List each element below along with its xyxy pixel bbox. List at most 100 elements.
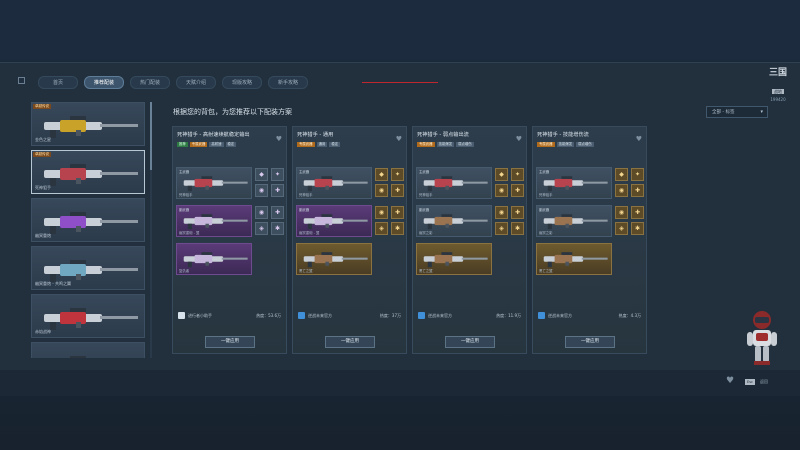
weapon-image-icon: [44, 116, 138, 138]
mod-slot-icon[interactable]: ✚: [631, 184, 644, 197]
weapon-slot[interactable]: 主武器 死神狙手: [416, 167, 492, 199]
apply-button[interactable]: 一键应用: [445, 336, 495, 348]
tab-1[interactable]: 首页: [38, 76, 78, 89]
mod-slot-icon[interactable]: ✚: [271, 206, 284, 219]
mod-slot-icon[interactable]: ✚: [511, 206, 524, 219]
mod-slot-icon[interactable]: ✦: [391, 168, 404, 181]
author-name: 逆战未来官方: [308, 312, 332, 318]
weapon-slot[interactable]: 复仇者: [176, 243, 252, 275]
author-avatar-icon: [418, 312, 425, 319]
weapon-list-item[interactable]: 赤焰战神: [31, 294, 145, 338]
apply-button[interactable]: 一键应用: [205, 336, 255, 348]
favorite-heart-icon[interactable]: ♥: [276, 135, 282, 143]
logo-main-text: 三国: [768, 68, 787, 78]
mod-slot-icon[interactable]: ◉: [615, 206, 628, 219]
weapon-name: 幽冥重炮: [35, 233, 51, 238]
card-badge: 专属武器: [537, 142, 555, 147]
weapon-image-icon: [183, 176, 248, 192]
mod-slot-icon[interactable]: ✚: [391, 206, 404, 219]
weapon-list-item[interactable]: 卓越传说 金色之星: [31, 102, 145, 146]
apply-button[interactable]: 一键应用: [565, 336, 615, 348]
favorite-heart-icon[interactable]: ♥: [516, 135, 522, 143]
weapon-slot[interactable]: 主武器 死神狙手: [536, 167, 612, 199]
weapon-image-icon: [303, 176, 368, 192]
weapon-image-icon: [423, 252, 488, 268]
weapon-image-icon: [44, 164, 138, 186]
favorite-heart-icon[interactable]: ♥: [636, 135, 642, 143]
mod-slot-icon[interactable]: ◆: [615, 168, 628, 181]
slot-name: 幽冥之影: [419, 231, 433, 235]
mod-slot-icon[interactable]: ✦: [631, 168, 644, 181]
heat-label: 热度：: [256, 313, 269, 318]
slot-name: 幽冥之影: [539, 231, 553, 235]
weapon-slot[interactable]: 主武器 死神狙手: [296, 167, 372, 199]
tab-5[interactable]: 现版攻略: [222, 76, 262, 89]
card-badge: 弱点增伤: [576, 142, 594, 147]
mod-slot-icon[interactable]: ◉: [495, 206, 508, 219]
mod-slot-icon[interactable]: ◉: [255, 184, 268, 197]
game-logo: 三国 战地 199420: [764, 68, 792, 102]
weapon-list-item[interactable]: 幽冥重炮: [31, 198, 145, 242]
tab-4[interactable]: 天赋介绍: [176, 76, 216, 89]
robot-mascot-icon: [747, 311, 777, 365]
mod-slot-icon[interactable]: ◆: [375, 168, 388, 181]
mod-slot-icon[interactable]: ✱: [271, 222, 284, 235]
mod-slot-icon[interactable]: ✱: [511, 222, 524, 235]
slot-name: 黑亡之翼: [539, 269, 553, 273]
heat-value: 37万: [391, 313, 401, 318]
weapon-slot[interactable]: 副武器 幽冥之影: [416, 205, 492, 237]
mod-slot-icon[interactable]: ◈: [375, 222, 388, 235]
mod-slot-icon[interactable]: ✦: [271, 168, 284, 181]
card-author: 逆战未来官方: [418, 312, 452, 319]
weapon-name: 赤焰战神: [35, 329, 51, 334]
favorite-heart-icon[interactable]: ♥: [396, 135, 402, 143]
favorites-heart-icon[interactable]: ♥: [726, 376, 734, 386]
heat-label: 热度：: [496, 313, 509, 318]
home-square-icon[interactable]: [18, 77, 25, 84]
mod-slot-icon[interactable]: ◆: [495, 168, 508, 181]
weapon-image-icon: [303, 252, 368, 268]
mod-slot-icon[interactable]: ◉: [375, 206, 388, 219]
weapon-slot[interactable]: 黑亡之翼: [296, 243, 372, 275]
mod-slot-icon[interactable]: ◉: [495, 184, 508, 197]
mod-slot-icon[interactable]: ✚: [511, 184, 524, 197]
weapon-list-scroll-thumb[interactable]: [150, 102, 152, 170]
mod-slot-icon[interactable]: ◈: [615, 222, 628, 235]
weapon-list-item[interactable]: 幽冥重炮 - 共鸣之翼: [31, 246, 145, 290]
mod-slot-icon[interactable]: ✚: [391, 184, 404, 197]
filter-label: 全部 - 标签: [712, 110, 735, 115]
weapon-slot[interactable]: 主武器 死神狙手: [176, 167, 252, 199]
mod-slot-icon[interactable]: ✦: [511, 168, 524, 181]
card-title: 死神猎手 - 技能增伤流: [537, 132, 589, 138]
tab-3[interactable]: 热门配装: [130, 76, 170, 89]
card-badge: 稳定: [225, 142, 237, 147]
back-button[interactable]: 返回: [760, 379, 768, 385]
mod-slot-icon[interactable]: ✚: [271, 184, 284, 197]
filter-dropdown[interactable]: 全部 - 标签 ▾: [706, 106, 768, 118]
mod-slot-icon[interactable]: ◉: [255, 206, 268, 219]
card-badge: 专属武器: [189, 142, 208, 147]
mod-slot-icon[interactable]: ✚: [631, 206, 644, 219]
weapon-slot[interactable]: 副武器 幽冥之影: [536, 205, 612, 237]
tab-6[interactable]: 新手攻略: [268, 76, 308, 89]
mod-slot-icon[interactable]: ◉: [375, 184, 388, 197]
weapon-list-item[interactable]: 卓越传说 死神狙手: [31, 150, 145, 194]
weapon-tag: 卓越传说: [33, 104, 51, 109]
weapon-list: 卓越传说 金色之星 卓越传说 死神狙手幽冥重炮幽冥重炮 - 共鸣之翼赤焰战神: [31, 102, 148, 358]
weapon-slot[interactable]: 黑亡之翼: [536, 243, 612, 275]
mod-slot-icon[interactable]: ◈: [255, 222, 268, 235]
mod-slot-icon[interactable]: ◆: [255, 168, 268, 181]
loadout-card: 死神猎手 - 高射速续航稳定输出 ♥ 推荐 专属武器 高射速 稳定 主武器 死神狙手 副武器 幽冥…: [172, 126, 287, 354]
weapon-slot[interactable]: 副武器 幽冥重炮 - 翼: [176, 205, 252, 237]
weapon-slot[interactable]: 副武器 幽冥重炮 - 翼: [296, 205, 372, 237]
weapon-list-item[interactable]: [31, 342, 145, 358]
mod-slot-icon[interactable]: ✱: [631, 222, 644, 235]
heat-value: 4.3万: [630, 313, 641, 318]
mod-slot-icon[interactable]: ◈: [495, 222, 508, 235]
card-badge: 技能爆发: [556, 142, 575, 147]
mod-slot-icon[interactable]: ◉: [615, 184, 628, 197]
weapon-slot[interactable]: 黑亡之翼: [416, 243, 492, 275]
mod-slot-icon[interactable]: ✱: [391, 222, 404, 235]
tab-2[interactable]: 推荐配装: [84, 76, 124, 89]
apply-button[interactable]: 一键应用: [325, 336, 375, 348]
